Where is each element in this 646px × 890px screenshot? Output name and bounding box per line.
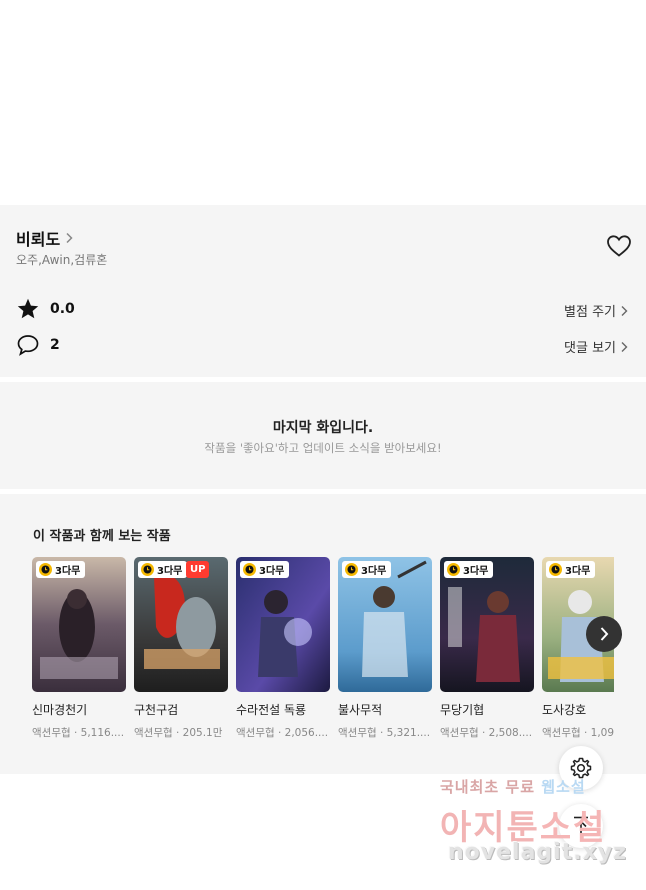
series-authors: 오주,Awin,검류혼 bbox=[16, 253, 108, 267]
rate-label: 별점 주기 bbox=[564, 305, 616, 320]
top-blank-area bbox=[0, 0, 646, 205]
recommendation-card[interactable]: 3다무 무당기협 액션무협 · 2,508.... bbox=[440, 557, 534, 740]
chevron-right-icon bbox=[621, 305, 628, 316]
clock-icon bbox=[345, 563, 358, 576]
free-badge-label: 3다무 bbox=[157, 566, 183, 577]
heart-icon[interactable] bbox=[606, 234, 632, 258]
recommendation-card[interactable]: 3다무 불사무적 액션무협 · 5,321.... bbox=[338, 557, 432, 740]
free-badge-label: 3다무 bbox=[55, 566, 81, 577]
clock-icon bbox=[39, 563, 52, 576]
card-title: 무당기협 bbox=[440, 703, 485, 717]
clock-icon bbox=[141, 563, 154, 576]
card-meta: 액션무협 · 1,098 bbox=[542, 727, 614, 739]
cover-image: 3다무 bbox=[338, 557, 432, 692]
free-badge: 3다무 bbox=[138, 561, 188, 578]
free-badge-label: 3다무 bbox=[361, 566, 387, 577]
cover-image: 3다무 bbox=[236, 557, 330, 692]
card-meta: 액션무협 · 5,116.... bbox=[32, 727, 125, 739]
watermark-line-1: 국내최초 무료 웹소설 bbox=[440, 776, 586, 797]
rate-button[interactable]: 별점 주기 bbox=[564, 301, 628, 320]
comment-icon bbox=[17, 335, 39, 356]
free-badge: 3다무 bbox=[36, 561, 86, 578]
card-title: 구천구검 bbox=[134, 703, 179, 717]
last-episode-title: 마지막 화입니다. bbox=[272, 420, 374, 436]
watermark-url: novelagit.xyz bbox=[448, 840, 627, 865]
carousel-next-button[interactable] bbox=[586, 616, 622, 652]
free-badge-label: 3다무 bbox=[463, 566, 489, 577]
recommendations-heading: 이 작품과 함께 보는 작품 bbox=[33, 529, 171, 544]
recommendation-card[interactable]: 3다무 수라전설 독룡 액션무협 · 2,056.... bbox=[236, 557, 330, 740]
card-meta: 액션무협 · 2,056.... bbox=[236, 727, 329, 739]
view-comments-button[interactable]: 댓글 보기 bbox=[564, 337, 628, 356]
comments-row: 2 bbox=[16, 334, 60, 356]
watermark-text: 웹소설 bbox=[541, 778, 586, 796]
last-episode-notice: 마지막 화입니다. 작품을 '좋아요'하고 업데이트 소식을 받아보세요! bbox=[0, 382, 646, 489]
card-title: 신마경천기 bbox=[32, 703, 88, 717]
series-title: 비뢰도 bbox=[16, 230, 61, 249]
clock-icon bbox=[447, 563, 460, 576]
star-icon bbox=[17, 298, 39, 319]
free-badge-label: 3다무 bbox=[565, 566, 591, 577]
series-title-link[interactable]: 비뢰도 bbox=[16, 226, 74, 250]
recommendation-card[interactable]: 3다무 UP 구천구검 액션무협 · 205.1만 bbox=[134, 557, 228, 740]
comment-count: 2 bbox=[50, 337, 60, 353]
recommendations-carousel[interactable]: 3다무 신마경천기 액션무협 · 5,116.... 3다무 UP 구천구검 액… bbox=[32, 557, 614, 747]
free-badge-label: 3다무 bbox=[259, 566, 285, 577]
free-badge: 3다무 bbox=[342, 561, 392, 578]
free-badge: 3다무 bbox=[444, 561, 494, 578]
card-title: 수라전설 독룡 bbox=[236, 703, 307, 717]
card-title: 불사무적 bbox=[338, 703, 383, 717]
card-meta: 액션무협 · 205.1만 bbox=[134, 727, 223, 739]
clock-icon bbox=[549, 563, 562, 576]
card-meta: 액션무협 · 2,508.... bbox=[440, 727, 533, 739]
last-episode-subtitle: 작품을 '좋아요'하고 업데이트 소식을 받아보세요! bbox=[204, 441, 442, 455]
cover-image: 3다무 bbox=[440, 557, 534, 692]
watermark-text: 국내최초 무료 bbox=[440, 778, 542, 796]
free-badge: 3다무 bbox=[546, 561, 596, 578]
clock-icon bbox=[243, 563, 256, 576]
view-comments-label: 댓글 보기 bbox=[564, 341, 616, 356]
chevron-right-icon bbox=[621, 341, 628, 352]
recommendation-card[interactable]: 3다무 신마경천기 액션무협 · 5,116.... bbox=[32, 557, 126, 740]
card-title: 도사강호 bbox=[542, 703, 587, 717]
rating-value: 0.0 bbox=[50, 301, 75, 317]
cover-image: 3다무 bbox=[32, 557, 126, 692]
cover-image: 3다무 UP bbox=[134, 557, 228, 692]
rating-row: 0.0 bbox=[16, 297, 75, 321]
series-info-panel: 비뢰도 오주,Awin,검류혼 0.0 별점 주기 2 댓글 보기 bbox=[0, 205, 646, 377]
chevron-right-icon bbox=[600, 627, 609, 641]
card-meta: 액션무협 · 5,321.... bbox=[338, 727, 431, 739]
up-badge: UP bbox=[186, 561, 210, 578]
recommendations-section: 이 작품과 함께 보는 작품 3다무 신마경천기 액션무협 · 5,116...… bbox=[0, 494, 646, 774]
chevron-right-icon bbox=[66, 232, 73, 244]
free-badge: 3다무 bbox=[240, 561, 290, 578]
